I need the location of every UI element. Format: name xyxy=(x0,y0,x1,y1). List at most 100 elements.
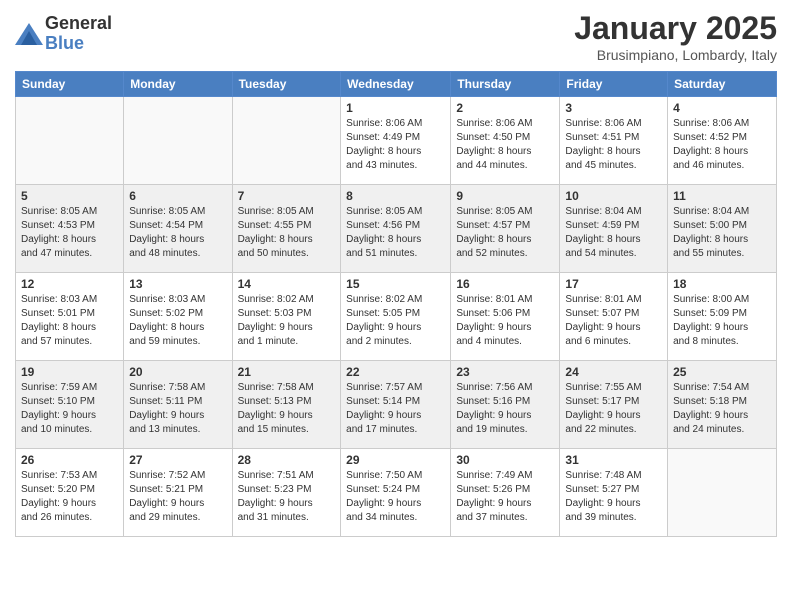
day-info: Sunrise: 7:55 AMSunset: 5:17 PMDaylight:… xyxy=(565,381,662,437)
day-info: Sunrise: 7:52 AMSunset: 5:21 PMDaylight:… xyxy=(129,469,226,525)
day-info: Sunrise: 8:05 AMSunset: 4:54 PMDaylight:… xyxy=(129,205,226,261)
calendar-cell-w1-d3 xyxy=(232,97,341,185)
calendar-cell-w2-d3: 7Sunrise: 8:05 AMSunset: 4:55 PMDaylight… xyxy=(232,185,341,273)
day-info: Sunrise: 7:51 AMSunset: 5:23 PMDaylight:… xyxy=(238,469,336,525)
day-number: 7 xyxy=(238,189,336,203)
calendar-cell-w3-d2: 13Sunrise: 8:03 AMSunset: 5:02 PMDayligh… xyxy=(124,273,232,361)
day-info: Sunrise: 8:04 AMSunset: 5:00 PMDaylight:… xyxy=(673,205,771,261)
day-info: Sunrise: 8:05 AMSunset: 4:56 PMDaylight:… xyxy=(346,205,445,261)
day-number: 24 xyxy=(565,365,662,379)
day-info: Sunrise: 8:06 AMSunset: 4:51 PMDaylight:… xyxy=(565,117,662,173)
title-section: January 2025 Brusimpiano, Lombardy, Ital… xyxy=(574,10,777,63)
weekday-header-row: Sunday Monday Tuesday Wednesday Thursday… xyxy=(16,72,777,97)
logo-text: General Blue xyxy=(45,14,112,54)
day-info: Sunrise: 8:06 AMSunset: 4:50 PMDaylight:… xyxy=(456,117,554,173)
calendar-cell-w1-d6: 3Sunrise: 8:06 AMSunset: 4:51 PMDaylight… xyxy=(560,97,668,185)
calendar-cell-w5-d7 xyxy=(668,449,777,537)
day-info: Sunrise: 7:59 AMSunset: 5:10 PMDaylight:… xyxy=(21,381,118,437)
header-wednesday: Wednesday xyxy=(341,72,451,97)
day-info: Sunrise: 7:56 AMSunset: 5:16 PMDaylight:… xyxy=(456,381,554,437)
day-number: 20 xyxy=(129,365,226,379)
calendar-cell-w5-d2: 27 Sunrise: 7:52 AMSunset: 5:21 PMDayligh… xyxy=(124,449,232,537)
page-container: General Blue January 2025 Brusimpiano, L… xyxy=(0,0,792,547)
calendar-cell-w1-d2 xyxy=(124,97,232,185)
day-number: 16 xyxy=(456,277,554,291)
calendar-cell-w3-d4: 15 Sunrise: 8:02 AMSunset: 5:05 PMDayligh… xyxy=(341,273,451,361)
calendar-cell-w5-d6: 31 Sunrise: 7:48 AMSunset: 5:27 PMDayligh… xyxy=(560,449,668,537)
calendar-cell-w1-d7: 4Sunrise: 8:06 AMSunset: 4:52 PMDaylight… xyxy=(668,97,777,185)
day-info: Sunrise: 8:01 AMSunset: 5:06 PMDaylight:… xyxy=(456,293,554,349)
day-number: 27 xyxy=(129,453,226,467)
calendar-cell-w4-d2: 20 Sunrise: 7:58 AMSunset: 5:11 PMDayligh… xyxy=(124,361,232,449)
calendar-cell-w4-d7: 25 Sunrise: 7:54 AMSunset: 5:18 PMDayligh… xyxy=(668,361,777,449)
day-number: 10 xyxy=(565,189,662,203)
calendar-cell-w5-d3: 28 Sunrise: 7:51 AMSunset: 5:23 PMDayligh… xyxy=(232,449,341,537)
day-number: 11 xyxy=(673,189,771,203)
day-info: Sunrise: 7:48 AMSunset: 5:27 PMDaylight:… xyxy=(565,469,662,525)
calendar-cell-w1-d1 xyxy=(16,97,124,185)
calendar-cell-w3-d1: 12 Sunrise: 8:03 AMSunset: 5:01 PMDayligh… xyxy=(16,273,124,361)
day-info: Sunrise: 8:02 AMSunset: 5:05 PMDaylight:… xyxy=(346,293,445,349)
day-info: Sunrise: 7:58 AMSunset: 5:13 PMDaylight:… xyxy=(238,381,336,437)
month-title: January 2025 xyxy=(574,10,777,47)
day-info: Sunrise: 8:05 AMSunset: 4:53 PMDaylight:… xyxy=(21,205,118,261)
day-info: Sunrise: 8:03 AMSunset: 5:02 PMDaylight:… xyxy=(129,293,226,349)
day-info: Sunrise: 8:00 AMSunset: 5:09 PMDaylight:… xyxy=(673,293,771,349)
logo-blue-text: Blue xyxy=(45,34,112,54)
day-info: Sunrise: 8:04 AMSunset: 4:59 PMDaylight:… xyxy=(565,205,662,261)
day-number: 4 xyxy=(673,101,771,115)
header-sunday: Sunday xyxy=(16,72,124,97)
day-info: Sunrise: 8:03 AMSunset: 5:01 PMDaylight:… xyxy=(21,293,118,349)
location-subtitle: Brusimpiano, Lombardy, Italy xyxy=(574,47,777,63)
calendar-cell-w2-d7: 11 Sunrise: 8:04 AMSunset: 5:00 PMDayligh… xyxy=(668,185,777,273)
day-number: 12 xyxy=(21,277,118,291)
calendar-cell-w2-d2: 6 Sunrise: 8:05 AMSunset: 4:54 PMDaylight… xyxy=(124,185,232,273)
day-number: 26 xyxy=(21,453,118,467)
day-number: 15 xyxy=(346,277,445,291)
calendar-cell-w3-d7: 18 Sunrise: 8:00 AMSunset: 5:09 PMDayligh… xyxy=(668,273,777,361)
day-info: Sunrise: 8:01 AMSunset: 5:07 PMDaylight:… xyxy=(565,293,662,349)
day-number: 14 xyxy=(238,277,336,291)
calendar-cell-w2-d6: 10 Sunrise: 8:04 AMSunset: 4:59 PMDayligh… xyxy=(560,185,668,273)
header-saturday: Saturday xyxy=(668,72,777,97)
day-number: 31 xyxy=(565,453,662,467)
header-friday: Friday xyxy=(560,72,668,97)
calendar-cell-w2-d1: 5 Sunrise: 8:05 AMSunset: 4:53 PMDaylight… xyxy=(16,185,124,273)
calendar-cell-w2-d5: 9 Sunrise: 8:05 AMSunset: 4:57 PMDaylight… xyxy=(451,185,560,273)
logo-icon xyxy=(15,23,43,45)
calendar-table: Sunday Monday Tuesday Wednesday Thursday… xyxy=(15,71,777,537)
day-number: 30 xyxy=(456,453,554,467)
day-info: Sunrise: 7:58 AMSunset: 5:11 PMDaylight:… xyxy=(129,381,226,437)
header: General Blue January 2025 Brusimpiano, L… xyxy=(15,10,777,63)
day-number: 28 xyxy=(238,453,336,467)
calendar-cell-w3-d3: 14 Sunrise: 8:02 AMSunset: 5:03 PMDayligh… xyxy=(232,273,341,361)
calendar-cell-w2-d4: 8Sunrise: 8:05 AMSunset: 4:56 PMDaylight… xyxy=(341,185,451,273)
day-number: 23 xyxy=(456,365,554,379)
day-info: Sunrise: 7:54 AMSunset: 5:18 PMDaylight:… xyxy=(673,381,771,437)
day-info: Sunrise: 8:06 AMSunset: 4:49 PMDaylight:… xyxy=(346,117,445,173)
logo: General Blue xyxy=(15,14,112,54)
day-info: Sunrise: 8:05 AMSunset: 4:57 PMDaylight:… xyxy=(456,205,554,261)
calendar-cell-w1-d5: 2 Sunrise: 8:06 AMSunset: 4:50 PMDaylight… xyxy=(451,97,560,185)
week-row-1: 1Sunrise: 8:06 AMSunset: 4:49 PMDaylight… xyxy=(16,97,777,185)
day-number: 6 xyxy=(129,189,226,203)
day-info: Sunrise: 8:02 AMSunset: 5:03 PMDaylight:… xyxy=(238,293,336,349)
day-number: 25 xyxy=(673,365,771,379)
day-number: 5 xyxy=(21,189,118,203)
header-monday: Monday xyxy=(124,72,232,97)
week-row-2: 5 Sunrise: 8:05 AMSunset: 4:53 PMDaylight… xyxy=(16,185,777,273)
day-number: 2 xyxy=(456,101,554,115)
day-number: 17 xyxy=(565,277,662,291)
calendar-cell-w4-d3: 21 Sunrise: 7:58 AMSunset: 5:13 PMDayligh… xyxy=(232,361,341,449)
day-info: Sunrise: 7:49 AMSunset: 5:26 PMDaylight:… xyxy=(456,469,554,525)
calendar-cell-w4-d4: 22Sunrise: 7:57 AMSunset: 5:14 PMDayligh… xyxy=(341,361,451,449)
day-number: 21 xyxy=(238,365,336,379)
day-number: 29 xyxy=(346,453,445,467)
week-row-5: 26Sunrise: 7:53 AMSunset: 5:20 PMDayligh… xyxy=(16,449,777,537)
calendar-cell-w5-d1: 26Sunrise: 7:53 AMSunset: 5:20 PMDayligh… xyxy=(16,449,124,537)
calendar-cell-w4-d1: 19Sunrise: 7:59 AMSunset: 5:10 PMDayligh… xyxy=(16,361,124,449)
calendar-cell-w3-d5: 16 Sunrise: 8:01 AMSunset: 5:06 PMDayligh… xyxy=(451,273,560,361)
header-tuesday: Tuesday xyxy=(232,72,341,97)
day-number: 18 xyxy=(673,277,771,291)
day-number: 9 xyxy=(456,189,554,203)
